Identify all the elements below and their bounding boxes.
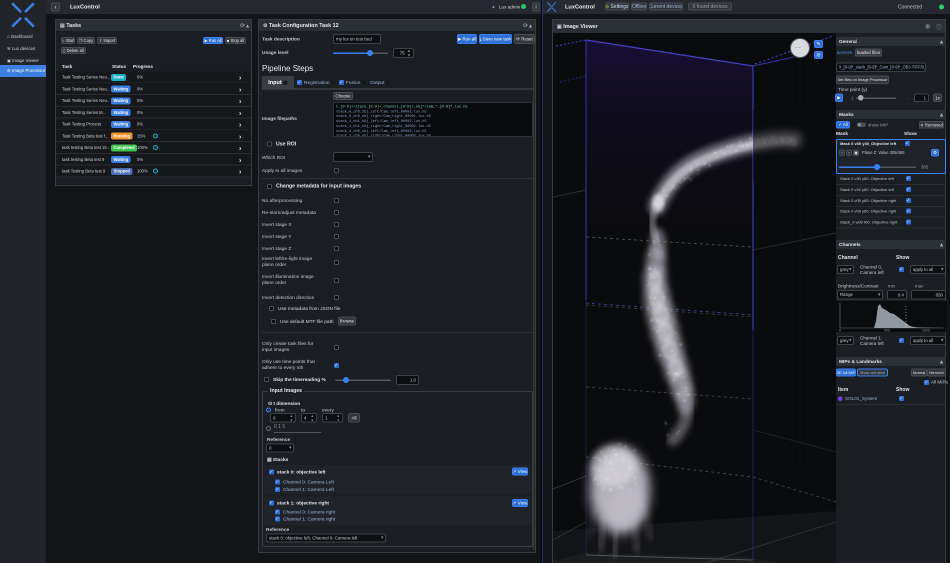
svg-text:500: 500 — [884, 329, 890, 333]
svg-text:1000: 1000 — [922, 329, 930, 333]
svg-text:0: 0 — [839, 329, 841, 333]
